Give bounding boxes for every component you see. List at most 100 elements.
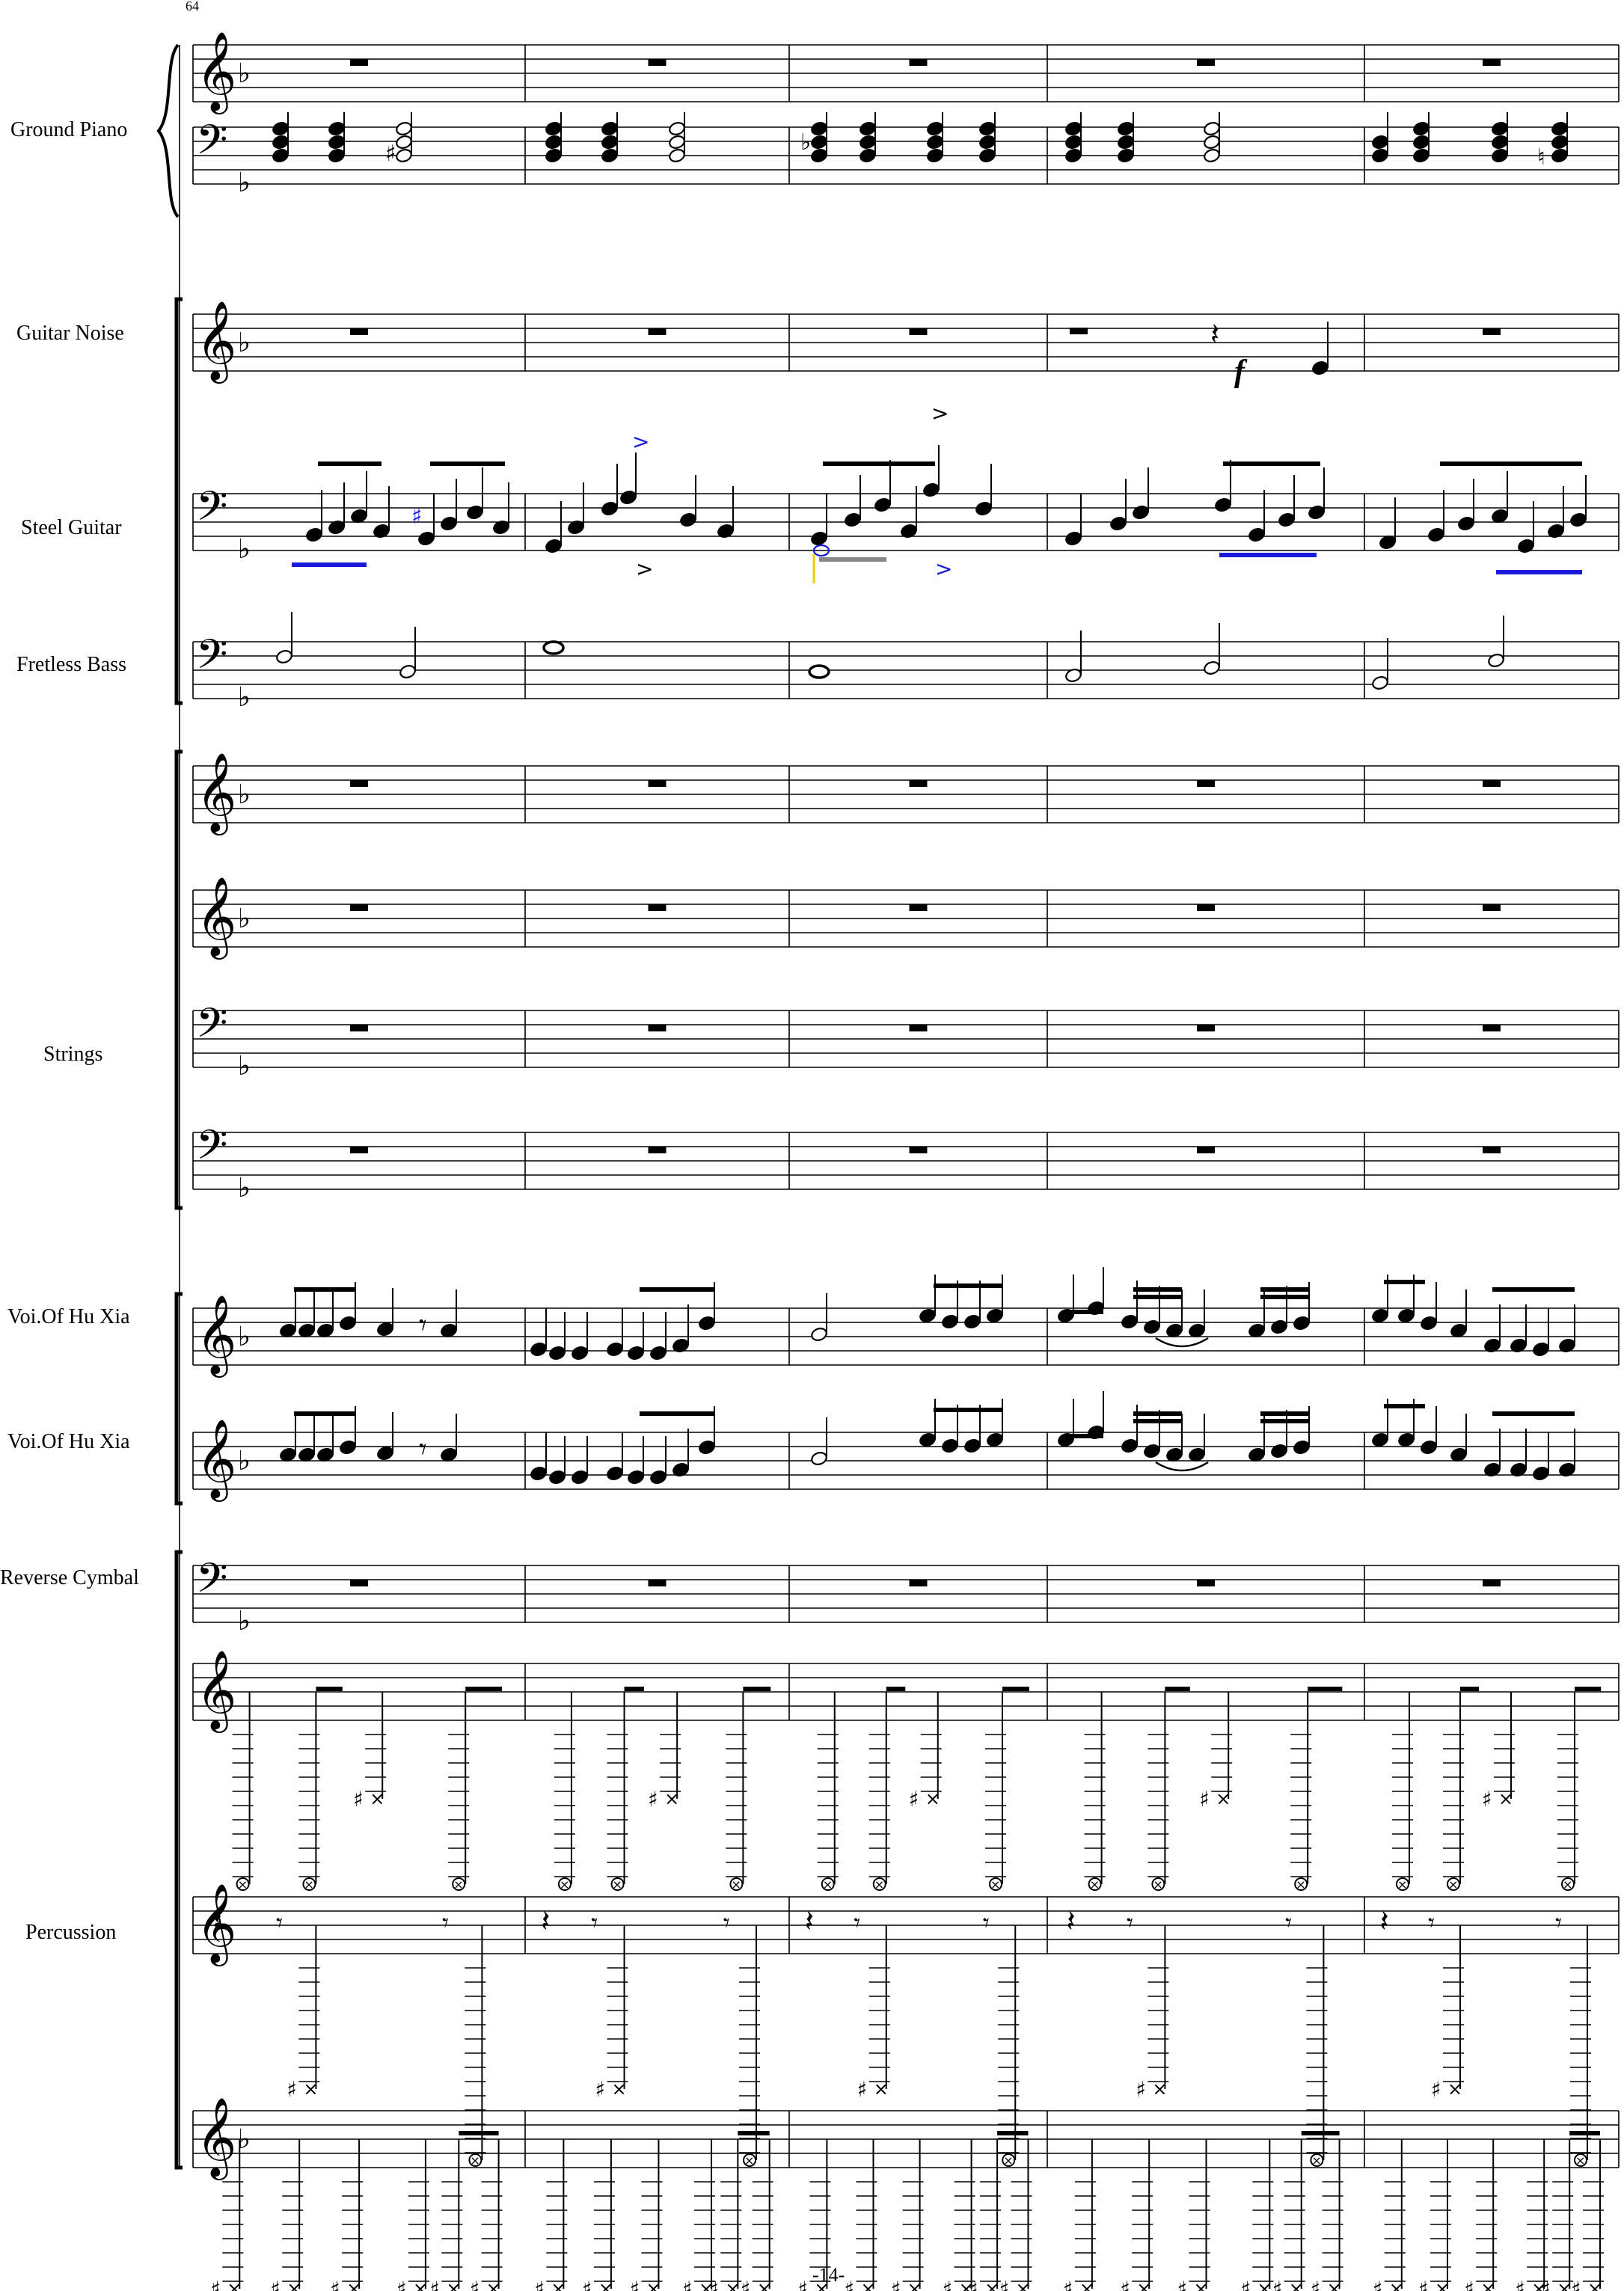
notehead <box>545 122 562 135</box>
sharp-icon: ♯ <box>353 1787 364 1812</box>
notehead <box>1121 1315 1138 1328</box>
notehead <box>1312 361 1329 375</box>
notehead <box>860 149 876 162</box>
notehead <box>987 1433 1003 1447</box>
beam <box>1260 1419 1309 1423</box>
half-rest <box>1070 328 1088 334</box>
whole-rest <box>1197 780 1215 787</box>
sharp-icon: ♯ <box>287 2077 297 2102</box>
notehead <box>987 1309 1003 1322</box>
beam <box>1260 1287 1309 1292</box>
notehead <box>328 149 345 162</box>
x-notehead-icon: × <box>1003 2153 1013 2168</box>
beam <box>1575 1687 1602 1691</box>
notehead <box>272 149 289 162</box>
notehead <box>1533 1343 1549 1356</box>
staff: 𝄞 ♭ <box>192 31 1620 114</box>
x-notehead-icon: × <box>453 1877 463 1892</box>
notehead <box>1271 1444 1287 1458</box>
beam <box>1492 1287 1575 1292</box>
notehead <box>942 1315 958 1328</box>
notehead <box>1372 149 1388 162</box>
notehead <box>1372 1309 1388 1322</box>
beam <box>1133 1295 1182 1299</box>
notehead <box>620 491 637 504</box>
notehead <box>1551 122 1568 135</box>
notehead <box>942 1439 958 1453</box>
whole-rest <box>350 1147 368 1153</box>
label-voice-1: Voi.Of Hu Xia <box>7 1305 130 1328</box>
notehead <box>1065 135 1082 149</box>
accent-icon: > <box>632 429 649 454</box>
sharp-icon: ♯ <box>1515 2277 1525 2291</box>
staff-system: 𝄞 ♭𝄢♭𝄞 ♭𝄢♭𝄢♭𝄞 ♭𝄞 ♭𝄢♭𝄢♭𝄞 ♭𝄞 ♭𝄢♭𝄞𝄞𝄞 ♭ <box>156 31 1620 2180</box>
notehead <box>1118 122 1134 135</box>
notehead <box>530 1467 547 1480</box>
sharp-icon: ♯ <box>582 2277 592 2291</box>
notehead <box>272 135 289 149</box>
staff: 𝄢♭ <box>192 999 1620 1082</box>
notehead <box>396 149 412 162</box>
notehead <box>328 135 345 149</box>
notehead <box>1421 1316 1437 1330</box>
notehead <box>811 149 827 162</box>
beam <box>459 2131 499 2135</box>
label-ground-piano: Ground Piano <box>10 118 127 141</box>
notehead <box>811 122 827 135</box>
whole-rest <box>909 1147 928 1153</box>
notehead <box>628 1346 644 1360</box>
sharp-icon: ♯ <box>1311 2277 1321 2291</box>
beam <box>1223 461 1320 466</box>
beam <box>294 1287 355 1292</box>
notehead <box>1121 1439 1138 1453</box>
whole-rest <box>350 780 368 787</box>
quarter-rest: 𝄽 <box>1210 317 1219 352</box>
sharp-icon: ♯ <box>845 2277 855 2291</box>
notehead <box>1204 122 1220 135</box>
sharp-icon: ♯ <box>1373 2277 1383 2291</box>
label-percussion: Percussion <box>25 1921 116 1944</box>
whole-rest <box>350 59 368 66</box>
notehead <box>1308 506 1325 519</box>
notehead <box>860 122 876 135</box>
beam <box>1569 2131 1600 2135</box>
beam <box>1002 1687 1029 1691</box>
notehead <box>607 1343 623 1356</box>
whole-rest <box>909 328 928 335</box>
whole-rest <box>1483 1025 1501 1031</box>
notehead <box>874 498 891 512</box>
whole-rest <box>350 1580 368 1586</box>
notehead <box>1518 539 1534 553</box>
treble-clef-icon: 𝄞 <box>196 300 236 384</box>
notehead <box>1413 122 1430 135</box>
quarter-rest: 𝄽 <box>541 1904 550 1939</box>
eighth-rest: 𝄾 <box>1428 1908 1435 1938</box>
notehead <box>1372 676 1388 690</box>
eighth-rest: 𝄾 <box>1285 1908 1292 1938</box>
beam <box>1460 1687 1479 1691</box>
whole-rest <box>909 1025 928 1031</box>
beam-gray <box>819 557 886 562</box>
accent-icon: > <box>636 556 653 581</box>
notehead <box>1204 661 1220 675</box>
notehead <box>276 650 292 663</box>
whole-rest <box>648 1580 667 1586</box>
sharp-icon: ♯ <box>1199 1787 1210 1812</box>
key-flat-icon: ♭ <box>238 779 251 810</box>
staff: 𝄞 ♭ <box>192 300 1620 384</box>
eighth-rest: 𝄾 <box>723 1908 730 1938</box>
eighth-rest: 𝄾 <box>419 1432 427 1467</box>
key-flat-icon: ♭ <box>238 328 251 358</box>
notehead <box>399 665 416 678</box>
whole-rest <box>1197 1580 1215 1586</box>
notehead <box>1118 135 1134 149</box>
beam <box>1133 1411 1182 1416</box>
whole-rest <box>648 904 667 911</box>
notehead <box>1398 1309 1415 1322</box>
bass-clef-icon: 𝄢 <box>196 116 227 174</box>
whole-rest <box>648 59 667 66</box>
notehead <box>1271 1320 1287 1334</box>
beam <box>1301 2131 1340 2135</box>
notehead <box>919 1433 936 1447</box>
notehead <box>467 506 483 519</box>
